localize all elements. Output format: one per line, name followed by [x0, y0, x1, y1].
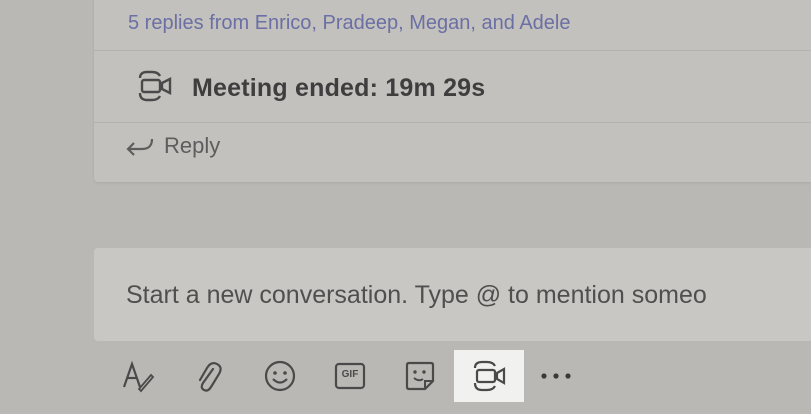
compose-placeholder: Start a new conversation. Type @ to ment… [126, 281, 707, 309]
gif-button[interactable]: GIF [324, 350, 376, 402]
meeting-ended-text: Meeting ended: 19m 29s [192, 74, 486, 102]
reply-button[interactable]: Reply [124, 133, 220, 159]
meet-now-button[interactable] [454, 350, 524, 402]
meeting-ended-row [134, 69, 176, 103]
more-options-button[interactable] [530, 350, 582, 402]
format-icon [121, 359, 155, 393]
sticker-icon [403, 359, 437, 393]
replies-summary-link[interactable]: 5 replies from Enrico, Pradeep, Megan, a… [128, 12, 570, 35]
message-thread-card: 5 replies from Enrico, Pradeep, Megan, a… [94, 0, 811, 182]
video-camera-icon [469, 359, 509, 393]
gif-label: GIF [341, 369, 359, 380]
paperclip-icon [193, 359, 223, 393]
divider [94, 122, 811, 123]
new-conversation-input[interactable]: Start a new conversation. Type @ to ment… [94, 248, 811, 341]
emoji-icon [263, 359, 297, 393]
divider [94, 50, 811, 51]
compose-toolbar: GIF [112, 350, 572, 402]
emoji-button[interactable] [254, 350, 306, 402]
reply-arrow-icon [124, 135, 154, 157]
attach-button[interactable] [182, 350, 234, 402]
more-options-icon [539, 371, 573, 381]
reply-label: Reply [164, 133, 221, 158]
format-button[interactable] [112, 350, 164, 402]
sticker-button[interactable] [394, 350, 446, 402]
video-camera-icon [134, 69, 176, 103]
